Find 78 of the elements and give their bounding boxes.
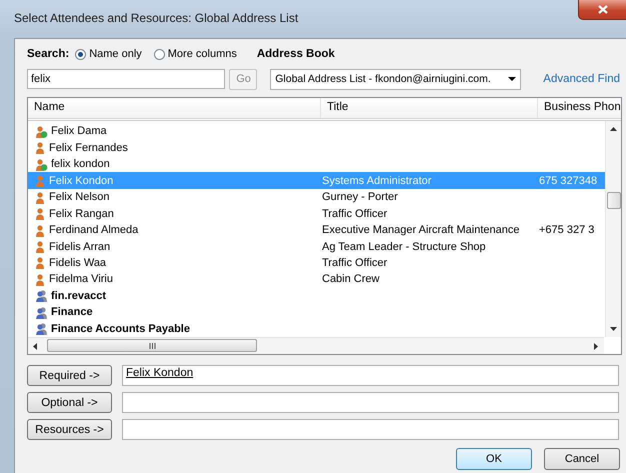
scroll-left-icon[interactable] bbox=[33, 342, 37, 350]
address-book-label: Address Book bbox=[256, 48, 335, 60]
contact-name: Felix Dama bbox=[51, 125, 107, 138]
dialog-button[interactable]: Cancel bbox=[544, 448, 620, 470]
person-globe-icon bbox=[34, 158, 48, 171]
window-title: Select Attendees and Resources: Global Address List bbox=[13, 10, 298, 25]
contact-row[interactable]: Felix Fernandes bbox=[28, 139, 605, 156]
contact-name: Ferdinand Almeda bbox=[49, 224, 138, 236]
contact-name: Fidelis Waa bbox=[49, 256, 106, 269]
contact-row[interactable]: Felix Rangan Traffic Officer bbox=[28, 205, 605, 222]
horizontal-scrollbar[interactable] bbox=[28, 337, 604, 354]
radio-option[interactable]: Name only bbox=[75, 48, 142, 60]
column-header[interactable]: Title bbox=[321, 98, 538, 118]
contact-row[interactable]: Finance Accounts Payable bbox=[28, 320, 605, 338]
person-icon bbox=[34, 190, 46, 204]
contact-name: Felix Nelson bbox=[49, 191, 110, 204]
person-icon bbox=[34, 272, 46, 286]
column-header[interactable]: Business Phon bbox=[538, 98, 620, 118]
contact-title: Executive Manager Aircraft Maintenance bbox=[322, 224, 520, 236]
radio-option[interactable]: More columns bbox=[154, 48, 237, 60]
group-icon bbox=[34, 306, 48, 319]
contact-name: Fidelma Viriu bbox=[49, 273, 113, 286]
contact-row[interactable]: felix kondon bbox=[28, 156, 605, 172]
group-icon bbox=[34, 322, 48, 336]
contact-row[interactable]: Fidelis Arran Ag Team Leader - Structure Shop bbox=[28, 238, 605, 255]
scroll-thumb[interactable] bbox=[607, 192, 621, 209]
close-icon bbox=[598, 5, 608, 14]
recipient-button[interactable]: Resources -> bbox=[27, 419, 112, 440]
dropdown-arrow-icon bbox=[508, 77, 516, 81]
contact-name: felix kondon bbox=[51, 158, 110, 170]
recipient-button[interactable]: Optional -> bbox=[27, 392, 112, 413]
person-globe-icon bbox=[34, 124, 48, 138]
contact-title: Cabin Crew bbox=[322, 273, 380, 286]
person-icon bbox=[34, 240, 46, 254]
contact-row[interactable]: Felix Dama bbox=[28, 123, 605, 140]
person-icon bbox=[34, 256, 46, 270]
scroll-up-icon[interactable] bbox=[610, 127, 617, 131]
contact-title: Systems Administrator bbox=[322, 174, 432, 187]
person-icon bbox=[34, 141, 46, 154]
contact-name: Finance Accounts Payable bbox=[51, 322, 190, 335]
contact-phone: 675 327348 bbox=[539, 174, 598, 187]
search-label: Search: bbox=[27, 48, 70, 60]
person-icon bbox=[34, 174, 46, 188]
contact-row[interactable]: Ferdinand Almeda Executive Manager Aircraft Maintenance +675 327 3 bbox=[28, 222, 605, 238]
contact-row[interactable]: Felix Nelson Gurney - Porter bbox=[28, 188, 605, 206]
advanced-find-link[interactable]: Advanced Find bbox=[543, 73, 620, 85]
contact-name: Felix Kondon bbox=[49, 174, 114, 187]
contact-title: Traffic Officer bbox=[322, 256, 388, 269]
recipient-field[interactable] bbox=[122, 392, 619, 413]
contact-name: Finance bbox=[51, 306, 93, 318]
contact-row[interactable]: Fidelma Viriu Cabin Crew bbox=[28, 271, 605, 288]
scroll-thumb[interactable] bbox=[47, 339, 257, 352]
scroll-right-icon[interactable] bbox=[594, 342, 598, 350]
contact-phone: +675 327 3 bbox=[539, 224, 594, 236]
close-button[interactable] bbox=[578, 0, 626, 20]
contact-name: Fidelis Arran bbox=[49, 240, 110, 253]
dialog-button[interactable]: OK bbox=[456, 448, 532, 470]
contact-title: Gurney - Porter bbox=[322, 191, 398, 204]
recipient-field[interactable]: Felix Kondon bbox=[122, 365, 619, 386]
scroll-down-icon[interactable] bbox=[610, 327, 617, 331]
contact-name: fin.revacct bbox=[51, 290, 106, 302]
address-book-dropdown[interactable]: Global Address List - fkondon@airniugini.com. bbox=[270, 68, 522, 90]
person-icon bbox=[34, 207, 46, 220]
column-header[interactable]: Name bbox=[28, 98, 321, 118]
recipient-field[interactable] bbox=[122, 419, 619, 440]
contact-name: Felix Rangan bbox=[49, 208, 114, 220]
contact-title: Traffic Officer bbox=[322, 208, 388, 220]
person-icon bbox=[34, 224, 46, 237]
contact-title: Ag Team Leader - Structure Shop bbox=[322, 240, 486, 253]
contact-row[interactable]: Fidelis Waa Traffic Officer bbox=[28, 254, 605, 272]
group-icon bbox=[34, 289, 48, 302]
search-field[interactable]: felix bbox=[27, 69, 226, 89]
contact-row[interactable]: fin.revacct bbox=[28, 288, 605, 304]
grip-icon bbox=[148, 342, 156, 348]
vertical-scrollbar[interactable] bbox=[605, 121, 621, 337]
contact-row[interactable]: Finance bbox=[28, 304, 605, 321]
recipient-button[interactable]: Required -> bbox=[27, 365, 112, 386]
contact-name: Felix Fernandes bbox=[49, 142, 128, 154]
